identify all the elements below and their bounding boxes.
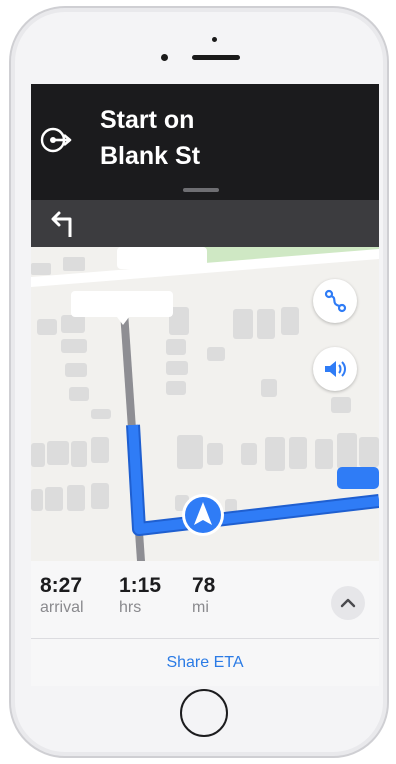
start-route-icon: [40, 127, 72, 153]
map-callout[interactable]: [117, 247, 207, 269]
earpiece-speaker: [192, 55, 240, 60]
share-eta-button[interactable]: Share ETA: [31, 639, 379, 686]
distance-stat: 78 mi: [192, 574, 215, 618]
screen: Start on Blank St 8:27 arrival 1:15 hrs …: [31, 84, 379, 686]
speaker-icon: [325, 361, 346, 377]
route-overview-icon: [324, 289, 347, 313]
audio-settings-button[interactable]: [313, 347, 357, 391]
trip-info-card: 8:27 arrival 1:15 hrs 78 mi Share ETA: [31, 561, 379, 686]
next-maneuver-strip: [31, 200, 379, 247]
banner-grabber[interactable]: [183, 188, 219, 192]
arrival-stat: 8:27 arrival: [40, 574, 84, 618]
proximity-sensor: [161, 54, 168, 61]
turn-left-icon: [51, 211, 72, 237]
distance-value: 78: [192, 574, 216, 597]
instruction-line-1: Start on: [100, 106, 195, 134]
expand-trip-button[interactable]: [331, 586, 365, 620]
duration-value: 1:15: [119, 574, 162, 597]
navigation-arrow-icon: [182, 494, 224, 536]
arrival-label: arrival: [40, 599, 84, 616]
route-end-marker[interactable]: [337, 467, 379, 489]
duration-unit: hrs: [119, 599, 142, 616]
instruction-banner[interactable]: Start on Blank St: [31, 84, 379, 200]
route-overview-button[interactable]: [313, 279, 357, 323]
home-button[interactable]: [180, 689, 228, 737]
chevron-up-icon: [340, 598, 356, 608]
arrival-time: 8:27: [40, 574, 83, 597]
instruction-street: Blank St: [100, 142, 201, 170]
map-view[interactable]: [31, 247, 379, 561]
map-callout[interactable]: [71, 291, 173, 317]
distance-unit: mi: [192, 599, 209, 616]
front-camera: [212, 37, 217, 42]
duration-stat: 1:15 hrs: [119, 574, 161, 618]
